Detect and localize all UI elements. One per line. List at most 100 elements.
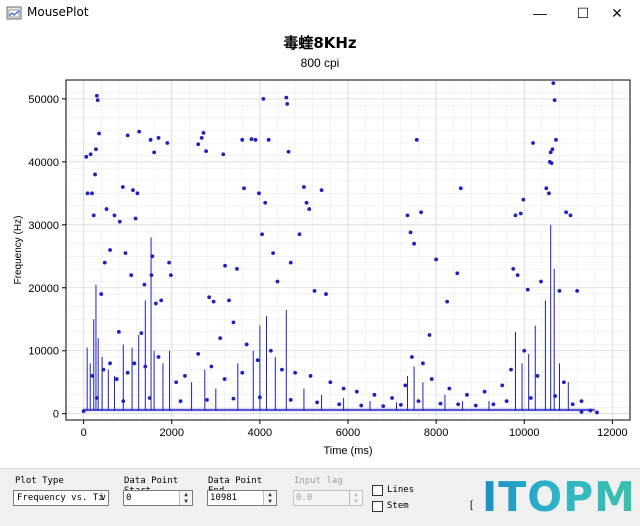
data-point bbox=[562, 380, 566, 385]
data-point bbox=[554, 137, 558, 142]
data-point bbox=[465, 392, 469, 397]
data-point bbox=[266, 137, 271, 142]
data-point bbox=[204, 149, 209, 154]
x-axis-label: Time (ms) bbox=[323, 445, 372, 457]
data-point bbox=[315, 400, 320, 405]
data-point bbox=[319, 188, 324, 193]
data-point bbox=[515, 273, 520, 278]
close-button[interactable]: ✕ bbox=[594, 0, 640, 26]
x-tick-label: 12000 bbox=[597, 427, 628, 439]
data-point bbox=[354, 389, 359, 394]
data-point bbox=[101, 367, 106, 372]
data-point-end-input[interactable]: 10981 ▲ ▼ bbox=[207, 490, 277, 506]
data-point bbox=[85, 191, 90, 196]
data-point bbox=[284, 95, 289, 100]
data-point bbox=[167, 260, 172, 265]
data-point bbox=[528, 396, 533, 400]
data-point bbox=[90, 374, 95, 378]
data-point bbox=[268, 348, 273, 353]
spin-arrows-icon[interactable]: ▲ ▼ bbox=[179, 491, 192, 505]
data-point bbox=[447, 386, 452, 391]
input-lag-label: Input lag bbox=[294, 476, 343, 486]
data-point bbox=[302, 185, 306, 189]
data-point bbox=[139, 331, 144, 336]
plot-type-value: Frequency vs. Ti bbox=[17, 493, 104, 503]
data-point bbox=[117, 219, 122, 224]
data-point bbox=[491, 402, 496, 407]
data-point bbox=[434, 257, 439, 262]
lines-label: Lines bbox=[387, 485, 415, 495]
data-point bbox=[570, 402, 575, 407]
data-point bbox=[88, 152, 93, 157]
plot-type-label: Plot Type bbox=[15, 476, 64, 486]
data-point bbox=[231, 320, 236, 325]
x-tick-label: 0 bbox=[81, 427, 87, 439]
data-point bbox=[116, 329, 121, 334]
data-point bbox=[275, 279, 280, 284]
data-point bbox=[473, 403, 478, 408]
data-point bbox=[482, 389, 487, 394]
data-point bbox=[231, 396, 236, 401]
data-point bbox=[518, 211, 523, 216]
data-point bbox=[458, 186, 463, 191]
data-point bbox=[293, 370, 298, 375]
data-point bbox=[359, 403, 364, 408]
data-point bbox=[504, 399, 509, 404]
data-point bbox=[240, 137, 245, 142]
data-point bbox=[205, 397, 209, 402]
data-point bbox=[183, 374, 187, 378]
minimize-button[interactable]: — bbox=[517, 0, 563, 26]
lines-checkbox[interactable] bbox=[372, 485, 383, 496]
data-point bbox=[168, 273, 173, 278]
x-tick-label: 10000 bbox=[509, 427, 540, 439]
data-point bbox=[152, 150, 157, 155]
data-point bbox=[121, 399, 126, 404]
plot-type-select[interactable]: Frequency vs. Ti ∨ bbox=[13, 490, 109, 506]
x-tick-label: 2000 bbox=[160, 427, 184, 439]
data-point bbox=[223, 263, 227, 268]
data-point bbox=[84, 154, 89, 159]
data-point bbox=[337, 402, 342, 407]
data-point bbox=[544, 186, 549, 191]
data-point bbox=[398, 402, 403, 407]
data-point bbox=[579, 399, 584, 404]
input-lag-input: 0.0 ▲ ▼ bbox=[293, 490, 363, 506]
data-point bbox=[409, 355, 414, 359]
data-point bbox=[324, 292, 328, 296]
data-point bbox=[511, 266, 516, 271]
data-point bbox=[445, 299, 450, 304]
data-point bbox=[129, 273, 134, 278]
data-point bbox=[575, 289, 580, 293]
data-point bbox=[557, 289, 562, 293]
data-point bbox=[414, 137, 419, 142]
data-point bbox=[242, 186, 246, 191]
spin-arrows-icon[interactable]: ▲ ▼ bbox=[263, 491, 276, 505]
data-point bbox=[390, 396, 394, 400]
data-point bbox=[429, 377, 434, 381]
data-point bbox=[595, 410, 599, 415]
data-point bbox=[525, 287, 530, 292]
data-point bbox=[579, 409, 584, 414]
stem-checkbox[interactable] bbox=[372, 501, 383, 512]
data-point bbox=[108, 248, 112, 252]
data-point-start-value: 0 bbox=[126, 493, 132, 503]
data-point bbox=[174, 380, 179, 385]
data-point bbox=[235, 266, 239, 271]
data-point bbox=[438, 401, 443, 406]
data-point bbox=[91, 213, 96, 218]
data-point bbox=[500, 383, 505, 388]
y-tick-label: 10000 bbox=[28, 346, 59, 358]
data-point bbox=[196, 142, 201, 147]
data-point bbox=[95, 98, 100, 103]
data-point bbox=[419, 210, 424, 215]
data-point bbox=[455, 271, 460, 276]
data-point bbox=[341, 386, 346, 391]
data-point bbox=[531, 141, 535, 145]
data-point bbox=[209, 364, 214, 369]
data-point-start-input[interactable]: 0 ▲ ▼ bbox=[123, 490, 193, 506]
data-point bbox=[286, 149, 291, 154]
data-point bbox=[564, 210, 569, 215]
data-point bbox=[408, 230, 413, 235]
data-point bbox=[199, 136, 204, 140]
data-point bbox=[227, 298, 231, 303]
